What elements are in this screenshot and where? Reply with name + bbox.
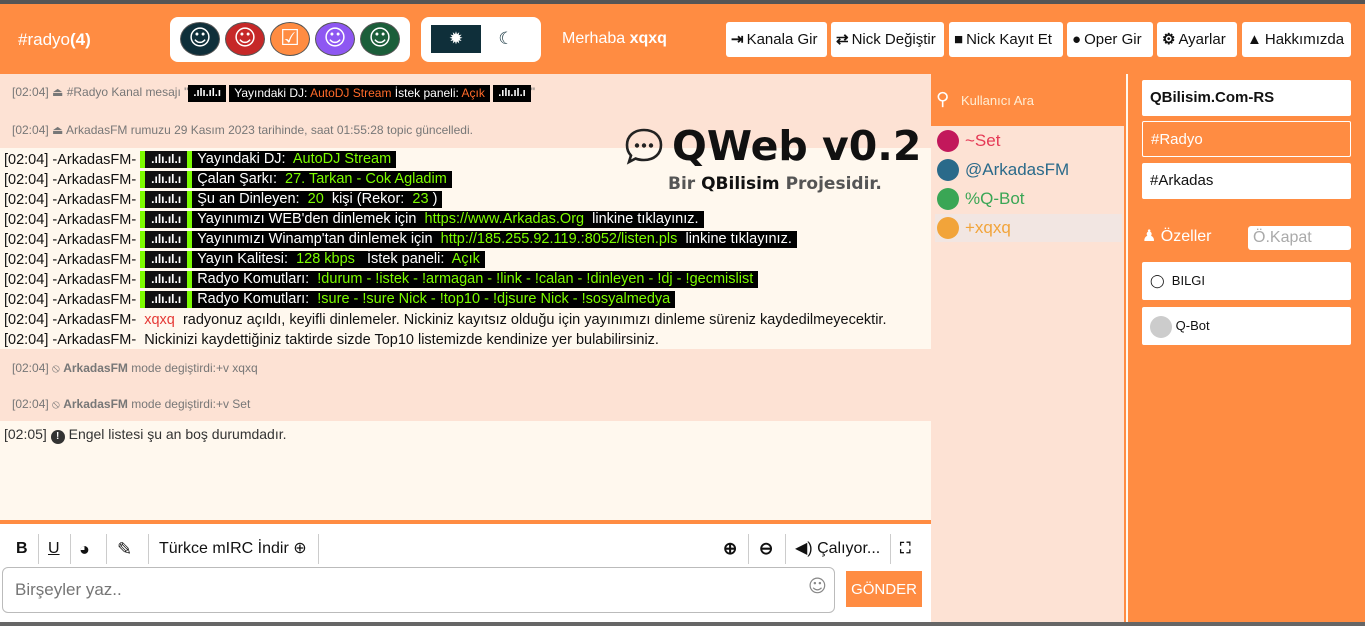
nick-link[interactable]: xqxq	[144, 312, 175, 328]
palette-icon[interactable]: ◕	[79, 534, 90, 564]
sign-in-icon: ⇥	[731, 31, 744, 48]
audio-play-button[interactable]: ◀) Çalıyor...	[795, 534, 880, 564]
close-privates-button[interactable]: Ö.Kapat	[1248, 226, 1351, 250]
brush-icon[interactable]: ✎	[117, 534, 132, 564]
chat-line: [02:04] -ArkadasFM- .ılı.ıl.ı Yayın Kalite…	[4, 251, 485, 269]
private-messages-header: ♟ Özeller	[1142, 228, 1212, 245]
user-list-panel: ⚲ ~Set @ArkadasFM %Q-Bot +xqxq	[931, 74, 1126, 626]
chat-line: [02:04] -ArkadasFM- .ılı.ıl.ı Yayınımızı W…	[4, 211, 704, 229]
logo-subtitle: Bir QBilisim Projesidir.	[668, 174, 882, 194]
toolbar-divider	[70, 534, 71, 564]
save-icon: ■	[954, 31, 964, 48]
chat-line: [02:04] -ArkadasFM- .ılı.ıl.ı Radyo Komutl…	[4, 271, 759, 289]
chat-line: [02:04] -ArkadasFM- Nickinizi kaydettiği…	[4, 332, 659, 348]
chat-line: [02:04] -ArkadasFM- .ılı.ıl.ı Şu an Dinley…	[4, 191, 443, 209]
settings-button[interactable]: ⚙ Ayarlar	[1157, 22, 1237, 57]
mirc-download-link[interactable]: Türkce mIRC İndir ⊕	[159, 534, 307, 564]
channels-panel: QBilisim.Com-RS #Radyo #Arkadas ♟ Özelle…	[1128, 74, 1365, 626]
channel-message: [02:04] ⏏ #Radyo Kanal mesajı " .ılı.ıl.ı…	[12, 85, 535, 102]
kanal-bar-right: .ılı.ıl.ı	[493, 85, 531, 102]
emoji-icon[interactable]: ☺	[808, 576, 827, 597]
comment-icon	[1150, 315, 1172, 338]
users-icon: ♟	[1142, 228, 1157, 245]
chat-bubble-icon	[625, 128, 663, 165]
toolbar-divider	[748, 534, 749, 564]
user-list-item[interactable]: +xqxq	[935, 214, 1122, 242]
bold-button[interactable]: B	[16, 534, 28, 564]
chat-line: [02:04] -ArkadasFM- xqxq radyonuz açıldı…	[4, 312, 887, 328]
private-tab-qbot[interactable]: Q-Bot	[1142, 307, 1351, 345]
theme-orange-button[interactable]: ☑	[270, 22, 310, 56]
download-icon: ⊕	[293, 540, 307, 557]
private-tab-bilgi[interactable]: ◯ BILGI	[1142, 262, 1351, 300]
oper-login-button[interactable]: ● Oper Gir	[1067, 22, 1153, 57]
user-avatar	[937, 188, 959, 210]
chat-line: [02:04] -ArkadasFM- .ılı.ıl.ı Çalan Şarkı:…	[4, 171, 452, 189]
about-button[interactable]: ▲ Hakkımızda	[1242, 22, 1351, 57]
theme-purple-button[interactable]: ☺	[315, 22, 355, 56]
ban-icon: ⦸	[52, 397, 60, 411]
gears-icon: ⚙	[1162, 31, 1176, 48]
zoom-out-icon[interactable]: ⊖	[759, 534, 773, 564]
logo-title: QWeb v0.2	[672, 122, 922, 170]
channel-tab-arkadas[interactable]: #Arkadas	[1142, 163, 1351, 199]
composer: B U ◕ ✎ Türkce mIRC İndir ⊕ ⊕ ⊖ ◀) Çalıy…	[0, 520, 931, 626]
mode-change-message: [02:04] ⦸ ArkadasFM mode degiştirdi:+v S…	[12, 397, 251, 411]
channel-tab-radyo[interactable]: #Radyo	[1142, 121, 1351, 157]
user-list-item[interactable]: ~Set	[935, 127, 1122, 155]
chat-line: [02:04] -ArkadasFM- .ılı.ıl.ı Yayındaki DJ…	[4, 151, 397, 169]
web-stream-link[interactable]: https://www.Arkadas.Org	[425, 211, 585, 227]
chat-window: [02:04] ⏏ #Radyo Kanal mesajı " .ılı.ıl.ı…	[0, 74, 931, 522]
oper-icon: ●	[1072, 31, 1082, 48]
send-button[interactable]: GÖNDER	[846, 571, 922, 607]
winamp-stream-link[interactable]: http://185.255.92.119.:8052/listen.pls	[441, 231, 678, 247]
user-search-bar: ⚲	[931, 74, 1126, 126]
search-icon: ⚲	[936, 89, 950, 110]
user-avatar	[937, 130, 959, 152]
chat-line: [02:04] -ArkadasFM- .ılı.ıl.ı Radyo Komutl…	[4, 291, 676, 309]
theme-color-picker: ☺ ☺ ☑ ☺ ☺	[170, 17, 410, 62]
mode-change-message: [02:04] ⦸ ArkadasFM mode degiştirdi:+v x…	[12, 361, 258, 375]
change-nick-button[interactable]: ⇄ Nick Değiştir	[831, 22, 944, 57]
kanal-bar-left: .ılı.ıl.ı	[188, 85, 226, 102]
server-tab[interactable]: QBilisim.Com-RS	[1142, 80, 1351, 116]
info-icon: !	[50, 430, 65, 444]
moon-icon[interactable]: ☾	[481, 25, 531, 53]
underline-button[interactable]: U	[48, 534, 60, 564]
user-list-item[interactable]: @ArkadasFM	[935, 156, 1122, 184]
volume-icon: ◀)	[795, 540, 813, 557]
theme-green-button[interactable]: ☺	[360, 22, 400, 56]
ban-icon: ⦸	[52, 361, 60, 375]
light-dark-toggle: ✹ ☾	[421, 17, 541, 62]
toolbar-divider	[890, 534, 891, 564]
ban-list-message: [02:05] ! Engel listesi şu an boş durumd…	[4, 426, 287, 444]
user-avatar	[937, 217, 959, 239]
user-avatar	[937, 159, 959, 181]
theme-dark-teal-button[interactable]: ☺	[180, 22, 220, 56]
toolbar-divider	[785, 534, 786, 564]
register-nick-button[interactable]: ■ Nick Kayıt Et	[949, 22, 1063, 57]
zoom-in-icon[interactable]: ⊕	[723, 534, 737, 564]
kanal-dj-block: Yayındaki DJ: AutoDJ Stream İstek paneli…	[229, 85, 490, 102]
user-list-item[interactable]: %Q-Bot	[935, 185, 1122, 213]
sun-icon[interactable]: ✹	[431, 25, 481, 53]
theme-red-button[interactable]: ☺	[225, 22, 265, 56]
toolbar-divider	[318, 534, 319, 564]
toolbar-divider	[106, 534, 107, 564]
window-bottom-border	[0, 622, 1365, 626]
toolbar-divider	[148, 534, 149, 564]
fullscreen-icon[interactable]: ⛶	[900, 534, 911, 564]
channel-title: #radyo(4)	[18, 30, 91, 49]
chat-line: [02:04] -ArkadasFM- .ılı.ıl.ı Yayınımızı W…	[4, 231, 797, 249]
exchange-icon: ⇄	[836, 31, 849, 48]
warning-icon: ▲	[1247, 31, 1262, 48]
join-channel-button[interactable]: ⇥ Kanala Gir	[726, 22, 827, 57]
user-search-input[interactable]	[961, 84, 1121, 116]
top-header: #radyo(4) ☺ ☺ ☑ ☺ ☺ ✹ ☾ Merhaba xqxq ⇥ Ka…	[0, 4, 1365, 74]
message-input[interactable]	[2, 567, 835, 613]
toolbar-divider	[38, 534, 39, 564]
comment-icon: ◯	[1150, 273, 1165, 288]
greeting: Merhaba xqxq	[562, 30, 667, 47]
